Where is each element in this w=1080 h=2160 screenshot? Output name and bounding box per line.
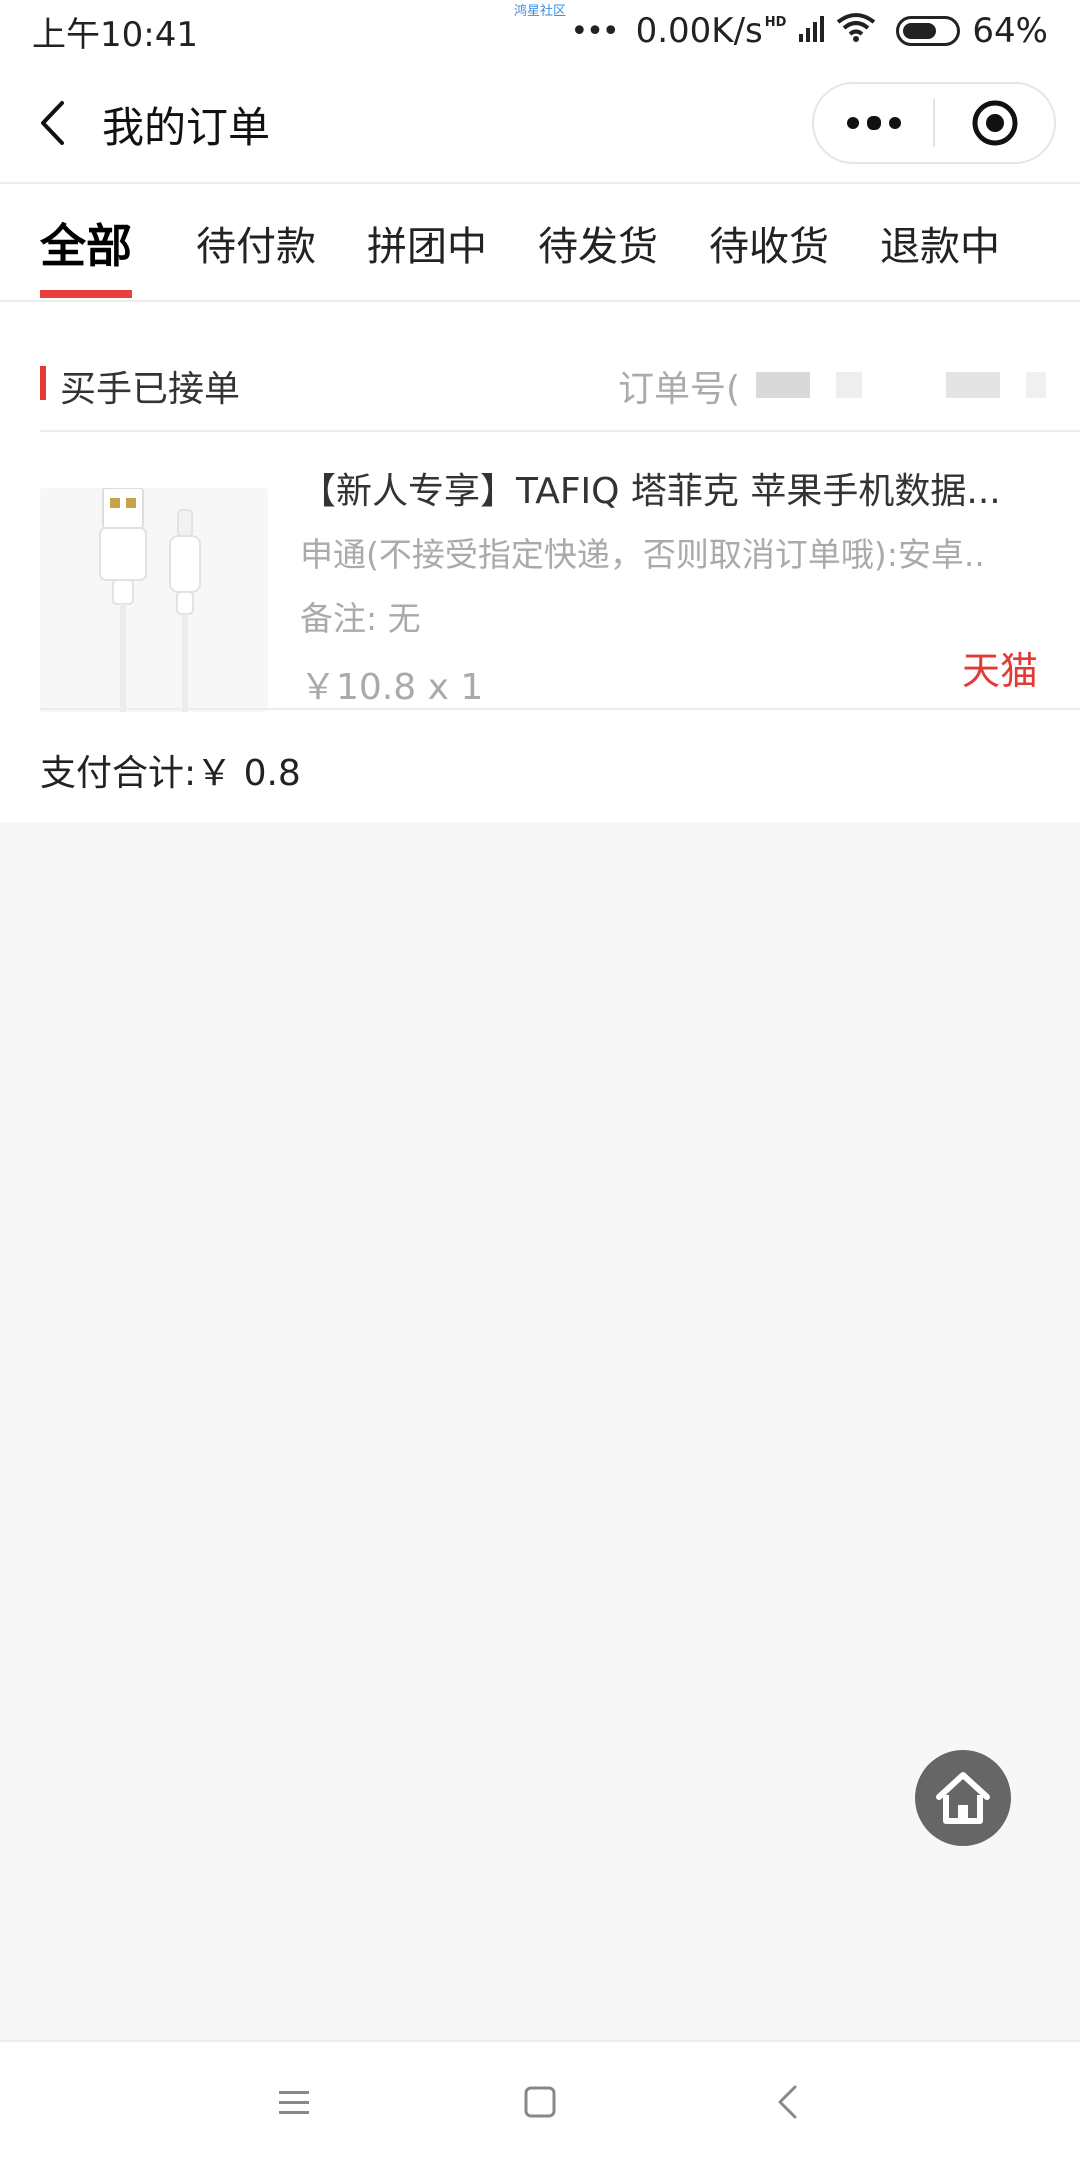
price-quantity: ￥10.8 x 1	[300, 667, 484, 708]
order-number-redacted	[756, 372, 810, 398]
network-speed: 0.00K/s	[635, 11, 763, 51]
system-nav-bar	[0, 2040, 1080, 2160]
home-icon	[936, 1772, 990, 1824]
product-image[interactable]	[40, 488, 268, 712]
status-dots: •••	[570, 13, 619, 49]
target-icon	[972, 100, 1017, 146]
status-time: 上午10:41	[32, 14, 198, 55]
active-tab-indicator	[40, 290, 132, 298]
order-number-redacted	[836, 372, 862, 398]
order-number-label: 订单号(	[618, 369, 741, 410]
divider	[40, 430, 1080, 432]
status-bar: 上午10:41 鸿星社区 ••• 0.00K/s HD 64%	[0, 0, 1080, 62]
wifi-icon	[836, 11, 876, 51]
product-spec: 申通(不接受指定快递，否则取消订单哦):安卓..	[300, 535, 985, 574]
platform-label: 天猫	[961, 649, 1038, 693]
back-button[interactable]	[30, 98, 74, 148]
divider	[40, 708, 1080, 710]
tab-refunding[interactable]: 退款中	[880, 214, 1000, 272]
order-number-redacted	[1026, 372, 1046, 398]
order-number-redacted	[946, 372, 1000, 398]
battery-icon	[896, 16, 961, 46]
payment-total: 支付合计:￥ 0.8	[40, 753, 301, 794]
signal-icon	[798, 11, 825, 51]
tab-all[interactable]: 全部	[40, 210, 132, 276]
home-nav-button[interactable]	[510, 2072, 570, 2132]
chevron-left-icon	[778, 2085, 797, 2119]
product-title: 【新人专享】TAFIQ 塔菲克 苹果手机数据...	[300, 471, 1001, 512]
order-note: 备注: 无	[300, 599, 421, 638]
status-indicators: ••• 0.00K/s HD 64%	[570, 11, 1048, 51]
menu-icon	[279, 2091, 309, 2114]
miniapp-capsule	[812, 82, 1056, 164]
nav-bar: 我的订单	[0, 62, 1080, 184]
more-button[interactable]	[814, 84, 933, 162]
more-dots-icon	[843, 116, 905, 130]
back-nav-button[interactable]	[758, 2072, 818, 2132]
status-watermark: 鸿星社区	[514, 4, 567, 19]
battery-level	[903, 23, 937, 39]
tab-group-buying[interactable]: 拼团中	[367, 214, 487, 272]
order-card[interactable]: 买手已接单 订单号( 【新人专享】TAFIQ 塔菲克 苹果手机数据... 申通(…	[0, 302, 1080, 822]
home-button[interactable]	[915, 1750, 1011, 1846]
chevron-left-icon	[41, 101, 64, 145]
order-tabs: 全部 待付款 拼团中 待发货 待收货 退款中	[0, 184, 1080, 302]
order-header: 买手已接单 订单号(	[40, 330, 1080, 430]
cable-image	[40, 488, 268, 712]
menu-button[interactable]	[264, 2072, 324, 2132]
hd-badge: HD	[764, 14, 787, 30]
tab-pending-payment[interactable]: 待付款	[196, 214, 316, 272]
close-miniapp-button[interactable]	[935, 84, 1054, 162]
order-status: 买手已接单	[60, 369, 241, 410]
tab-pending-receipt[interactable]: 待收货	[709, 214, 829, 272]
square-icon	[524, 2086, 556, 2118]
product-info: 【新人专享】TAFIQ 塔菲克 苹果手机数据... 申通(不接受指定快递，否则取…	[300, 462, 1040, 710]
battery-percent: 64%	[972, 11, 1048, 51]
page-title: 我的订单	[102, 103, 271, 152]
status-marker	[40, 366, 46, 400]
tab-pending-shipment[interactable]: 待发货	[538, 214, 658, 272]
